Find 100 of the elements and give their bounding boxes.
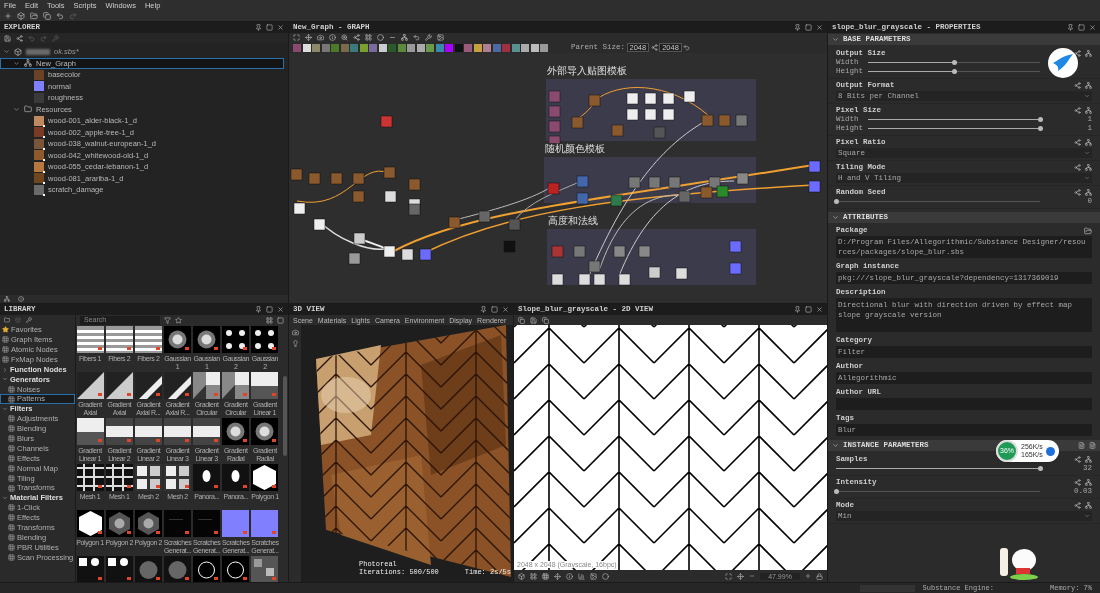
- pattern-thumbnail: [222, 372, 250, 399]
- category-icon: [8, 514, 15, 522]
- close-icon[interactable]: [277, 24, 284, 31]
- undo-icon[interactable]: [56, 12, 64, 20]
- pattern-thumbnail: [134, 510, 162, 537]
- category-icon: [8, 455, 15, 462]
- pattern-thumbnail: [134, 326, 162, 353]
- pattern-thumbnail: [164, 464, 191, 491]
- pattern-thumbnail: [134, 418, 162, 445]
- graph-tool-icon[interactable]: [305, 34, 312, 41]
- image-icon[interactable]: [590, 572, 597, 580]
- close-icon[interactable]: [816, 306, 823, 313]
- graph-tool-icon[interactable]: [341, 34, 348, 41]
- light-icon[interactable]: [291, 340, 299, 347]
- pin-icon[interactable]: [255, 306, 262, 313]
- graph-nodes[interactable]: [290, 90, 821, 286]
- folder-icon[interactable]: [24, 105, 32, 114]
- zoom-in-icon[interactable]: [805, 573, 811, 579]
- category-icon: [2, 356, 9, 364]
- lock-icon[interactable]: [816, 572, 823, 580]
- slider-thumb[interactable]: [1037, 466, 1043, 471]
- package-icon[interactable]: [17, 12, 25, 20]
- float-icon[interactable]: [266, 306, 273, 313]
- slider-thumb[interactable]: [1037, 117, 1043, 122]
- pin-icon[interactable]: [480, 306, 487, 313]
- pattern-thumbnail: [193, 464, 221, 491]
- pattern-thumbnail: [76, 326, 104, 353]
- pattern-thumbnail: [193, 418, 221, 445]
- favorite-filter-icon[interactable]: [175, 317, 182, 324]
- preset-icon[interactable]: [1078, 442, 1085, 449]
- save-icon[interactable]: [530, 316, 537, 324]
- dock-icon[interactable]: [277, 317, 284, 324]
- tree-view-icon[interactable]: [4, 296, 10, 302]
- graph-tool-icon[interactable]: [329, 34, 336, 41]
- float-icon[interactable]: [805, 306, 812, 313]
- folder-icon[interactable]: [1084, 226, 1092, 235]
- filter-icon[interactable]: [164, 317, 171, 324]
- float-icon[interactable]: [805, 24, 812, 31]
- graph-tool-icon[interactable]: [413, 34, 420, 41]
- float-icon[interactable]: [266, 24, 273, 31]
- package-icon[interactable]: [14, 47, 22, 56]
- slider-thumb[interactable]: [1037, 126, 1043, 131]
- pin-icon[interactable]: [255, 24, 262, 31]
- category-icon: [2, 336, 9, 344]
- slider-thumb[interactable]: [833, 489, 839, 494]
- category-icon: [8, 474, 15, 482]
- export-preset-icon[interactable]: [1089, 442, 1096, 449]
- category-icon: [8, 415, 15, 423]
- tile-icon[interactable]: [530, 572, 537, 580]
- caret-icon: [1084, 513, 1090, 519]
- float-icon[interactable]: [491, 306, 498, 313]
- folder-icon[interactable]: [4, 317, 10, 323]
- star-icon: [2, 326, 9, 334]
- pan-icon[interactable]: [737, 572, 744, 580]
- pattern-thumbnail: [251, 556, 279, 582]
- view-mode-icon[interactable]: [266, 317, 273, 324]
- copy-icon[interactable]: [43, 12, 51, 20]
- pattern-thumbnail: [193, 510, 221, 537]
- category-icon: [8, 395, 15, 403]
- float-icon[interactable]: [1078, 24, 1085, 31]
- close-icon[interactable]: [816, 24, 823, 31]
- graph-tool-icon[interactable]: [365, 34, 372, 41]
- value-slider[interactable]: [836, 199, 1040, 204]
- pattern-thumbnail: [251, 464, 279, 491]
- scrollbar[interactable]: [283, 376, 287, 456]
- category-icon: [8, 385, 15, 393]
- graph-tool-icon[interactable]: [401, 34, 408, 41]
- slider-thumb[interactable]: [951, 60, 957, 65]
- pattern-thumbnail: [134, 464, 162, 491]
- info-icon[interactable]: [566, 572, 573, 580]
- close-icon[interactable]: [1089, 24, 1096, 31]
- category-icon: [8, 445, 15, 453]
- open-icon[interactable]: [30, 12, 38, 20]
- histogram-icon[interactable]: [578, 572, 585, 580]
- value-slider[interactable]: [836, 489, 1040, 494]
- pin-icon[interactable]: [794, 306, 801, 313]
- blurred-text-mark: [26, 48, 50, 55]
- reset-icon[interactable]: [683, 44, 691, 51]
- graph-tool-icon[interactable]: [437, 34, 444, 41]
- pin-icon[interactable]: [1067, 24, 1074, 31]
- pin-icon[interactable]: [794, 24, 801, 31]
- pattern-thumbnail: [222, 510, 250, 537]
- camera-icon[interactable]: [291, 329, 299, 336]
- graph-icon[interactable]: [24, 59, 32, 68]
- graph-tool-icon[interactable]: [425, 34, 432, 41]
- close-icon[interactable]: [277, 306, 284, 313]
- save-icon[interactable]: [4, 34, 11, 42]
- category-icon: [2, 346, 9, 354]
- slider-thumb[interactable]: [951, 69, 957, 74]
- fit-icon[interactable]: [725, 572, 732, 580]
- slider-thumb[interactable]: [833, 199, 839, 204]
- graph-tool-icon[interactable]: [353, 34, 360, 41]
- close-icon[interactable]: [502, 306, 509, 313]
- copy-icon[interactable]: [542, 316, 549, 324]
- grid-icon[interactable]: [542, 572, 549, 580]
- caret-icon: [1084, 93, 1090, 99]
- new-package-icon[interactable]: [4, 12, 12, 20]
- info-icon[interactable]: [18, 296, 24, 302]
- category-icon: [8, 464, 15, 472]
- graph-tool-icon[interactable]: [317, 34, 324, 41]
